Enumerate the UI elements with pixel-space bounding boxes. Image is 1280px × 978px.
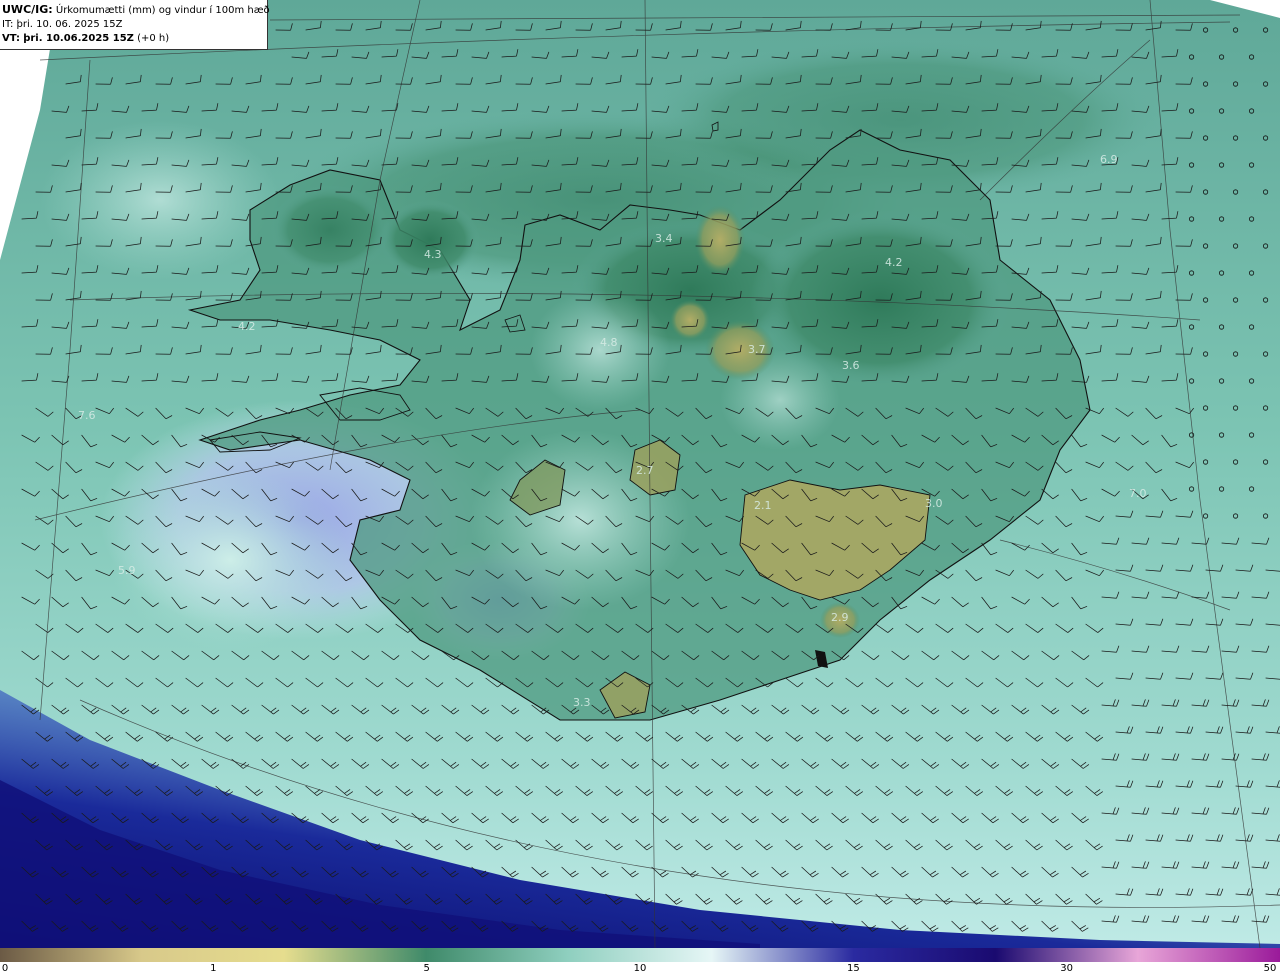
vt-label: VT: xyxy=(2,33,21,44)
colorbar: 0 1 5 10 15 30 50 xyxy=(0,948,1280,978)
forecast-offset: (+0 h) xyxy=(137,33,170,44)
colorbar-tick-label: 10 xyxy=(633,963,647,974)
colorbar-tick-label: 30 xyxy=(1060,963,1074,974)
precip-value-label: 6.9 xyxy=(1100,153,1118,166)
map-title: Úrkomumætti (mm) og vindur í 100m hæð xyxy=(55,5,270,16)
precip-value-label: 3.7 xyxy=(748,343,766,356)
precip-value-label: 4.8 xyxy=(600,336,618,349)
colorbar-tick-label: 15 xyxy=(846,963,860,974)
precip-value-label: 3.6 xyxy=(842,359,860,372)
precip-value-label: 2.9 xyxy=(831,611,849,624)
precip-value-label: 2.7 xyxy=(636,464,654,477)
precip-value-label: 3.0 xyxy=(925,497,943,510)
colorbar-gradient xyxy=(0,948,1280,962)
precip-value-label: 7.6 xyxy=(78,409,96,422)
precip-value-label: 4.2 xyxy=(238,320,256,333)
it-label: IT: xyxy=(2,19,14,30)
init-time: þri. 10. 06. 2025 15Z xyxy=(16,19,123,30)
colorbar-tick-label: 50 xyxy=(1263,963,1277,974)
precip-value-label: 5.9 xyxy=(118,564,136,577)
info-box: UWC/IG: Úrkomumætti (mm) og vindur í 100… xyxy=(0,0,270,50)
precip-value-label: 2.1 xyxy=(754,499,772,512)
precip-value-label: 4.3 xyxy=(424,248,442,261)
colorbar-tick-label: 5 xyxy=(423,963,430,974)
precip-value-label: 3.3 xyxy=(573,696,591,709)
precip-value-label: 4.2 xyxy=(885,256,903,269)
title-line: UWC/IG: Úrkomumætti (mm) og vindur í 100… xyxy=(2,3,270,18)
colorbar-tick-label: 0 xyxy=(1,963,9,974)
colorbar-tick-label: 1 xyxy=(210,963,217,974)
precipitation-wind-map[interactable]: 6.9 4.3 3.4 4.2 4.2 3.7 3.6 7.6 2.7 2.1 3.0 7.0 2.9 3… xyxy=(0,0,1280,948)
precip-value-label: 3.4 xyxy=(655,232,673,245)
valid-time: þri. 10.06.2025 15Z xyxy=(23,33,134,44)
init-time-line: IT: þri. 10. 06. 2025 15Z xyxy=(2,18,267,32)
precip-value-label: 7.0 xyxy=(1129,487,1147,500)
model-label: UWC/IG: xyxy=(2,3,53,16)
valid-time-line: VT: þri. 10.06.2025 15Z (+0 h) xyxy=(2,32,267,46)
